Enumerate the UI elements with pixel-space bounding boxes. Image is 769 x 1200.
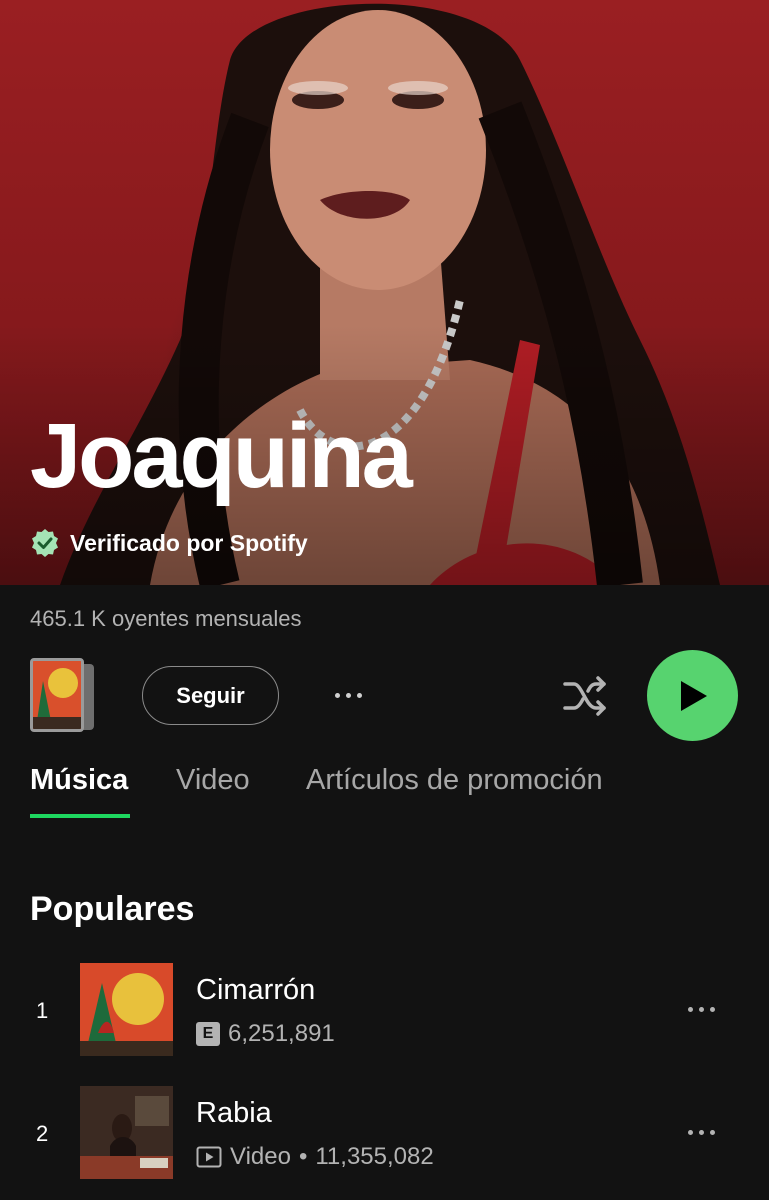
explicit-badge: E <box>196 1022 220 1046</box>
more-dot-icon <box>710 1007 715 1012</box>
monthly-listeners: 465.1 K oyentes mensuales <box>30 606 302 631</box>
track-title: Rabia <box>196 1097 272 1129</box>
more-dot-icon <box>345 692 351 698</box>
meta-separator: • <box>298 1143 308 1170</box>
album-art-graphic <box>33 661 81 729</box>
track-number: 2 <box>36 1121 49 1146</box>
more-dot-icon <box>688 1007 693 1012</box>
tab-merch[interactable]: Artículos de promoción <box>306 764 603 797</box>
track-title: Cimarrón <box>196 974 316 1006</box>
verified-badge-icon <box>32 529 58 557</box>
play-count: 11,355,082 <box>315 1143 434 1170</box>
more-dot-icon <box>334 692 340 698</box>
verified-label: Verificado por Spotify <box>70 529 308 556</box>
track-more-button[interactable] <box>688 1130 715 1135</box>
play-icon <box>680 680 707 711</box>
artist-pick-cover[interactable] <box>30 656 96 736</box>
track-row[interactable]: 1 Cimarrón E 6,251,891 <box>0 962 769 1058</box>
popular-section-title: Populares <box>30 890 195 928</box>
track-cover-art <box>80 1086 173 1179</box>
tab-video[interactable]: Video <box>176 764 250 797</box>
track-more-button[interactable] <box>688 1007 715 1012</box>
shuffle-icon[interactable] <box>562 674 610 718</box>
video-icon <box>196 1146 222 1168</box>
more-dot-icon <box>356 692 362 698</box>
artist-name: Joaquina <box>30 405 413 507</box>
video-label: Video <box>230 1143 291 1170</box>
rabia-cover-graphic <box>80 1086 173 1179</box>
more-dot-icon <box>688 1130 693 1135</box>
verified-row: Verificado por Spotify <box>30 528 308 558</box>
track-meta: E 6,251,891 <box>196 1020 335 1048</box>
more-options-button[interactable] <box>326 680 370 710</box>
tab-musica[interactable]: Música <box>30 764 128 797</box>
track-number: 1 <box>36 998 49 1023</box>
album-cover-art <box>30 658 84 732</box>
track-meta: Video • 11,355,082 <box>196 1143 434 1171</box>
active-tab-indicator <box>30 814 130 818</box>
artist-header-image: Joaquina Verificado por Spotify <box>0 0 769 585</box>
cimarron-cover-graphic <box>80 963 173 1056</box>
more-dot-icon <box>699 1007 704 1012</box>
play-button[interactable] <box>647 650 738 741</box>
track-cover-art <box>80 963 173 1056</box>
more-dot-icon <box>699 1130 704 1135</box>
track-row[interactable]: 2 Rabia Video • 11,355,082 <box>0 1085 769 1181</box>
play-count: 6,251,891 <box>228 1020 335 1047</box>
follow-button[interactable]: Seguir <box>142 666 279 725</box>
more-dot-icon <box>710 1130 715 1135</box>
